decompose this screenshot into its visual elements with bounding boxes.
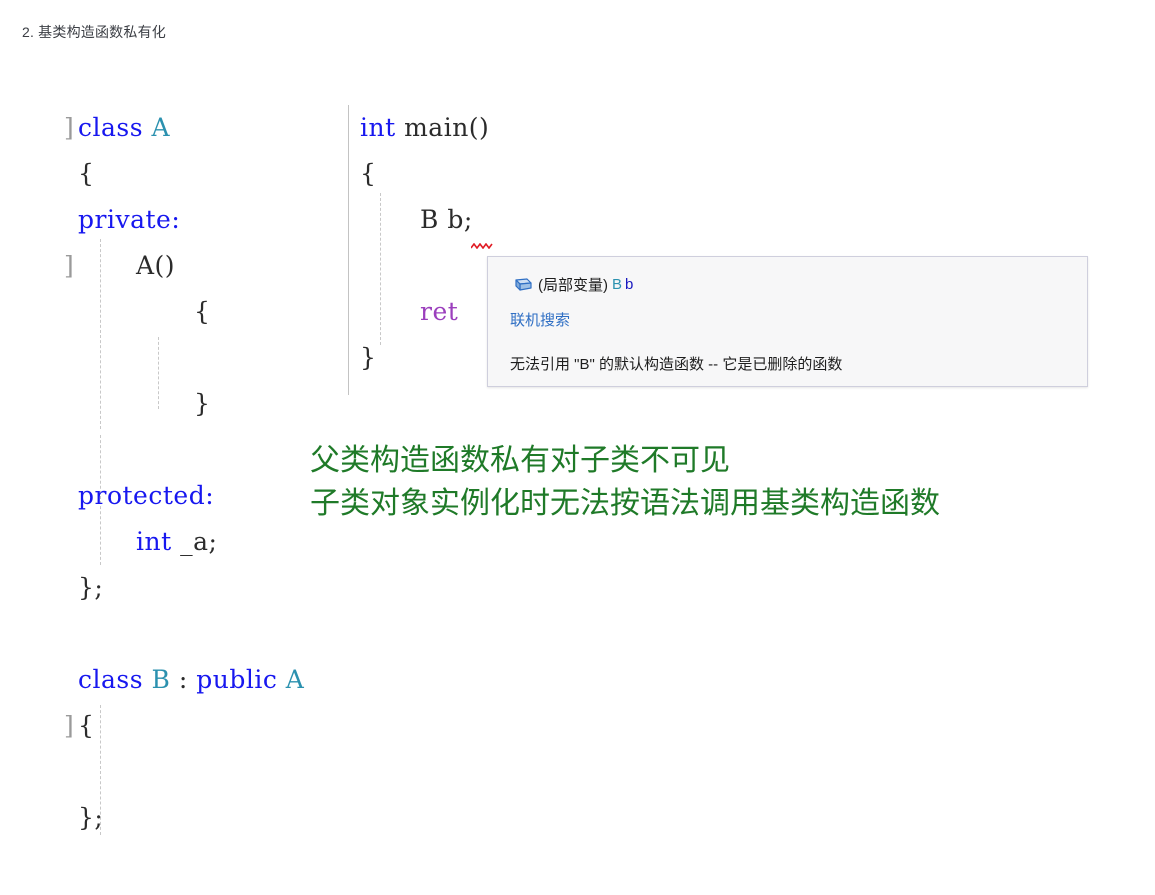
code-token: }; xyxy=(78,573,104,602)
annotation-line-2: 子类对象实例化时无法按语法调用基类构造函数 xyxy=(310,486,940,521)
pane-divider xyxy=(348,105,349,395)
code-line: { xyxy=(78,151,304,197)
code-token: B b; xyxy=(420,205,473,234)
code-token: protected: xyxy=(78,481,215,510)
tooltip-signature: (局部变量) B b xyxy=(510,274,633,295)
code-token: _a; xyxy=(180,527,218,556)
code-line: } xyxy=(78,381,304,427)
code-line: int main() xyxy=(360,105,489,151)
collapse-marker-class-a[interactable]: ] xyxy=(64,105,74,151)
code-token: }; xyxy=(78,803,104,832)
code-token: } xyxy=(360,343,377,372)
code-token: int xyxy=(136,527,181,556)
code-line: { xyxy=(360,151,489,197)
code-block-class-definitions[interactable]: class A { private: A() { } protected: int _a;… xyxy=(78,105,304,841)
code-token: public xyxy=(196,665,286,694)
tooltip-type-name: B xyxy=(612,276,623,293)
code-line: } xyxy=(360,335,489,381)
code-line: }; xyxy=(78,795,304,841)
code-token: { xyxy=(78,711,95,740)
code-line: class B : public A xyxy=(78,657,304,703)
collapse-marker-class-b[interactable]: ] xyxy=(64,703,74,749)
code-token: B xyxy=(151,665,171,694)
tooltip-variable-name: b xyxy=(625,276,634,293)
code-block-main-function[interactable]: int main() { B b; ret} xyxy=(360,105,489,381)
code-token: { xyxy=(78,159,95,188)
code-token: } xyxy=(194,389,211,418)
code-line: }; xyxy=(78,565,304,611)
code-line: { xyxy=(78,289,304,335)
tooltip-kind-label: (局部变量) xyxy=(538,277,608,294)
code-token: : xyxy=(170,665,197,694)
code-token: { xyxy=(360,159,377,188)
online-search-link[interactable]: 联机搜索 xyxy=(510,309,570,330)
code-token: private: xyxy=(78,205,181,234)
code-token: class xyxy=(78,113,152,142)
code-line: protected: xyxy=(78,473,304,519)
code-token: { xyxy=(194,297,211,326)
code-token: class xyxy=(78,665,152,694)
code-line: B b; xyxy=(360,197,489,243)
code-token: A xyxy=(151,113,171,142)
code-line: int _a; xyxy=(78,519,304,565)
code-token: main() xyxy=(404,113,490,142)
local-variable-box-icon xyxy=(510,276,532,294)
code-token: A() xyxy=(136,251,176,280)
intellisense-tooltip: (局部变量) B b 联机搜索 无法引用 "B" 的默认构造函数 -- 它是已删… xyxy=(487,256,1088,387)
code-line: A() xyxy=(78,243,304,289)
code-token: int xyxy=(360,113,405,142)
page-title: 2. 基类构造函数私有化 xyxy=(22,24,166,40)
code-token: A xyxy=(285,665,305,694)
error-squiggle-icon xyxy=(471,243,493,249)
code-line: ret xyxy=(360,289,489,335)
code-line: class A xyxy=(78,105,304,151)
code-token: ret xyxy=(420,297,459,326)
collapse-marker-ctor-a[interactable]: ] xyxy=(64,243,74,289)
code-line: { xyxy=(78,703,304,749)
tooltip-error-message: 无法引用 "B" 的默认构造函数 -- 它是已删除的函数 xyxy=(510,356,843,373)
code-line: private: xyxy=(78,197,304,243)
annotation-line-1: 父类构造函数私有对子类不可见 xyxy=(310,443,730,478)
